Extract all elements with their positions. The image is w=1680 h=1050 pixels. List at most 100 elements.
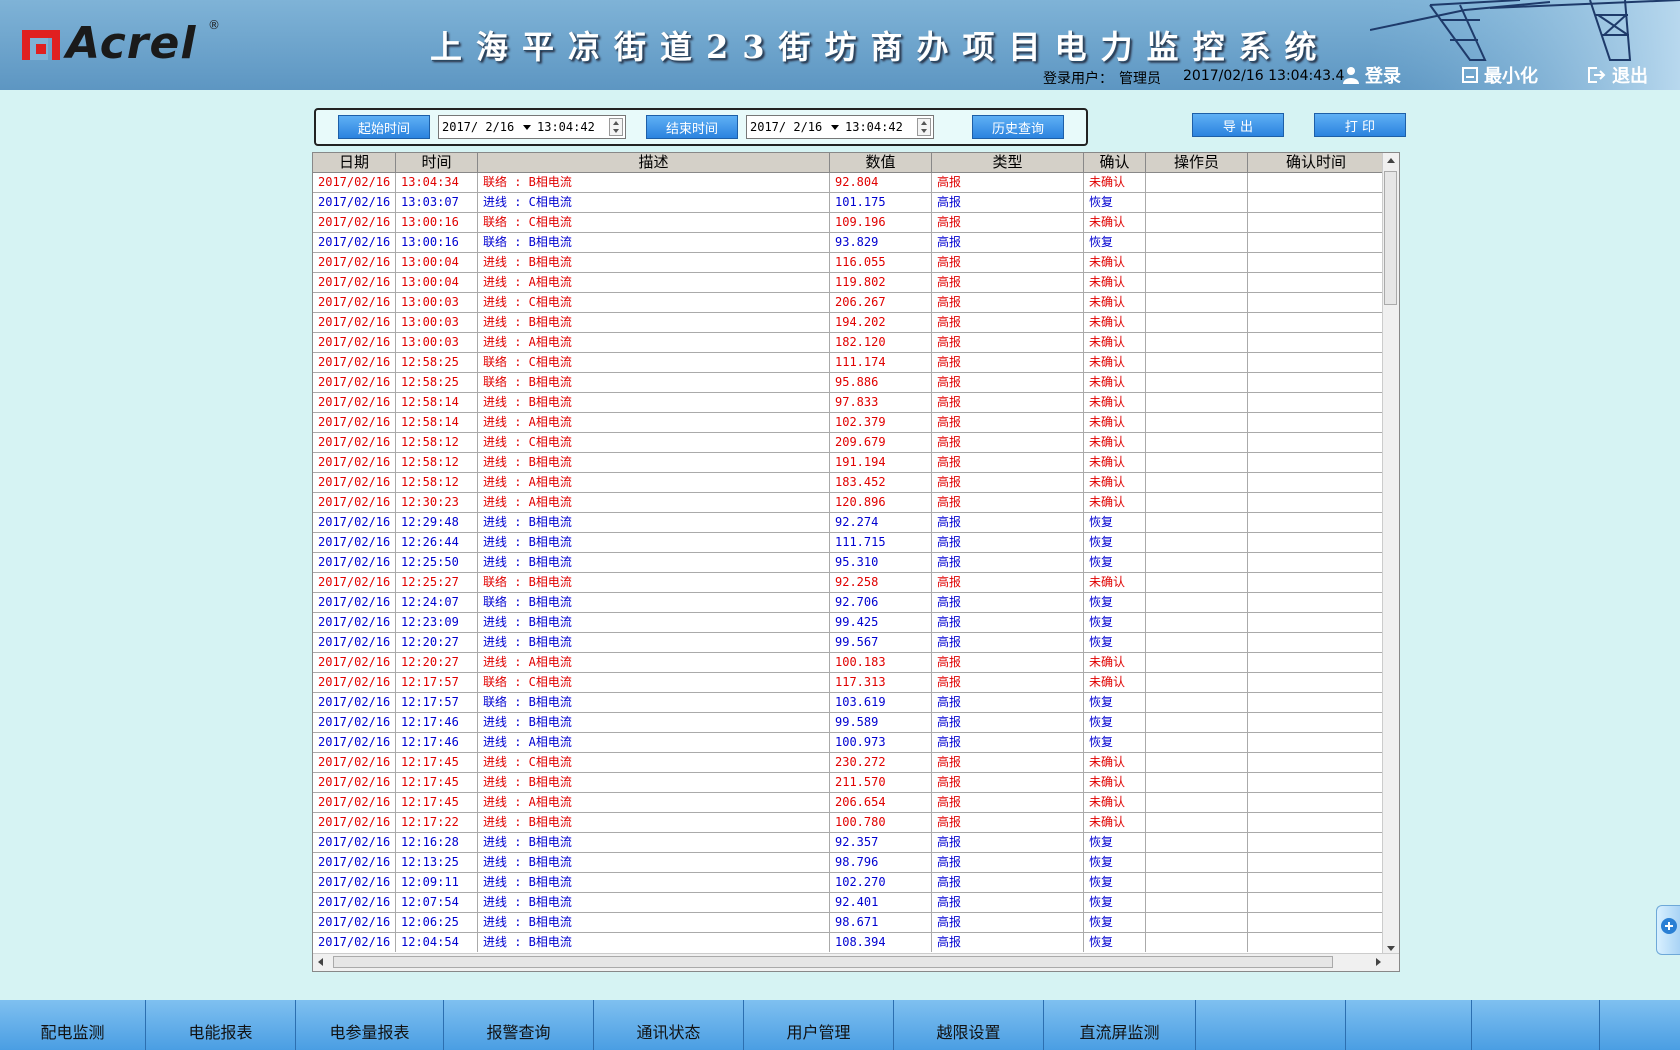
print-button[interactable]: 打 印 [1314, 113, 1406, 137]
table-row[interactable]: 2017/02/16 12:17:46 进线 : B相电流 99.589 高报 恢复 [313, 713, 1385, 733]
nav-item-7[interactable]: 直流屏监测 [1044, 1000, 1196, 1050]
table-row[interactable]: 2017/02/16 12:13:25 进线 : B相电流 98.796 高报 恢复 [313, 853, 1385, 873]
table-row[interactable]: 2017/02/16 12:26:44 进线 : B相电流 111.715 高报 恢复 [313, 533, 1385, 553]
cell-type: 高报 [932, 333, 1084, 352]
history-query-button[interactable]: 历史查询 [972, 115, 1064, 139]
cell-value: 206.267 [830, 293, 932, 312]
col-header-type[interactable]: 类型 [932, 153, 1084, 172]
table-row[interactable]: 2017/02/16 12:17:22 进线 : B相电流 100.780 高报 未确认 [313, 813, 1385, 833]
cell-value: 99.425 [830, 613, 932, 632]
table-row[interactable]: 2017/02/16 12:30:23 进线 : A相电流 120.896 高报 未确认 [313, 493, 1385, 513]
table-row[interactable]: 2017/02/16 12:20:27 进线 : B相电流 99.567 高报 恢复 [313, 633, 1385, 653]
col-header-time[interactable]: 时间 [396, 153, 478, 172]
cell-type: 高报 [932, 613, 1084, 632]
col-header-operator[interactable]: 操作员 [1146, 153, 1248, 172]
nav-item-3[interactable]: 报警查询 [444, 1000, 594, 1050]
cell-type: 高报 [932, 213, 1084, 232]
chevron-down-icon[interactable] [831, 125, 839, 130]
cell-operator [1146, 453, 1248, 472]
nav-item-5[interactable]: 用户管理 [744, 1000, 894, 1050]
col-header-description[interactable]: 描述 [478, 153, 830, 172]
scroll-down-icon[interactable] [1387, 946, 1395, 951]
scroll-thumb[interactable] [1384, 171, 1397, 305]
table-row[interactable]: 2017/02/16 12:17:45 进线 : B相电流 211.570 高报 未确认 [313, 773, 1385, 793]
table-row[interactable]: 2017/02/16 12:17:45 进线 : C相电流 230.272 高报 未确认 [313, 753, 1385, 773]
table-row[interactable]: 2017/02/16 12:16:28 进线 : B相电流 92.357 高报 恢复 [313, 833, 1385, 853]
table-row[interactable]: 2017/02/16 13:04:34 联络 : B相电流 92.804 高报 未确认 [313, 173, 1385, 193]
col-header-confirm[interactable]: 确认 [1084, 153, 1146, 172]
side-chat-tab[interactable] [1656, 905, 1680, 955]
table-row[interactable]: 2017/02/16 12:58:25 联络 : C相电流 111.174 高报 未确认 [313, 353, 1385, 373]
scroll-right-icon[interactable] [1376, 958, 1381, 966]
table-row[interactable]: 2017/02/16 13:00:16 联络 : C相电流 109.196 高报 未确认 [313, 213, 1385, 233]
exit-button[interactable]: 退出 [1588, 64, 1648, 87]
table-row[interactable]: 2017/02/16 13:03:07 进线 : C相电流 101.175 高报 恢复 [313, 193, 1385, 213]
end-time-button[interactable]: 结束时间 [646, 115, 738, 139]
start-time-button[interactable]: 起始时间 [338, 115, 430, 139]
minimize-button[interactable]: 最小化 [1462, 64, 1538, 87]
vertical-scrollbar[interactable] [1382, 153, 1399, 956]
export-button[interactable]: 导 出 [1192, 113, 1284, 137]
cell-time: 12:26:44 [396, 533, 478, 552]
table-row[interactable]: 2017/02/16 12:04:54 进线 : B相电流 108.394 高报 恢复 [313, 933, 1385, 952]
start-time-spinner[interactable] [609, 118, 623, 136]
cell-operator [1146, 473, 1248, 492]
table-row[interactable]: 2017/02/16 12:17:46 进线 : A相电流 100.973 高报 恢复 [313, 733, 1385, 753]
nav-item-1[interactable]: 电能报表 [146, 1000, 296, 1050]
nav-item-6[interactable]: 越限设置 [894, 1000, 1044, 1050]
col-header-date[interactable]: 日期 [313, 153, 396, 172]
scroll-left-icon[interactable] [318, 958, 323, 966]
table-row[interactable]: 2017/02/16 12:06:25 进线 : B相电流 98.671 高报 恢复 [313, 913, 1385, 933]
table-row[interactable]: 2017/02/16 13:00:04 进线 : A相电流 119.802 高报 未确认 [313, 273, 1385, 293]
cell-type: 高报 [932, 173, 1084, 192]
end-time-spinner[interactable] [917, 118, 931, 136]
table-row[interactable]: 2017/02/16 12:29:48 进线 : B相电流 92.274 高报 恢复 [313, 513, 1385, 533]
nav-item-4[interactable]: 通讯状态 [594, 1000, 744, 1050]
nav-item-10[interactable] [1472, 1000, 1600, 1050]
col-header-confirm-time[interactable]: 确认时间 [1248, 153, 1385, 172]
table-row[interactable]: 2017/02/16 12:58:25 联络 : B相电流 95.886 高报 未确认 [313, 373, 1385, 393]
table-row[interactable]: 2017/02/16 13:00:03 进线 : A相电流 182.120 高报 未确认 [313, 333, 1385, 353]
nav-item-9[interactable] [1346, 1000, 1472, 1050]
nav-item-2[interactable]: 电参量报表 [296, 1000, 444, 1050]
table-row[interactable]: 2017/02/16 12:58:12 进线 : C相电流 209.679 高报 未确认 [313, 433, 1385, 453]
nav-item-8[interactable] [1196, 1000, 1346, 1050]
logout-icon [1588, 67, 1606, 83]
start-datetime-picker[interactable]: 2017/ 2/16 13:04:42 [438, 115, 626, 139]
col-header-value[interactable]: 数值 [830, 153, 932, 172]
scroll-up-icon[interactable] [1387, 158, 1395, 163]
cell-description: 进线 : A相电流 [478, 333, 830, 352]
nav-item-0[interactable]: 配电监测 [0, 1000, 146, 1050]
cell-date: 2017/02/16 [313, 373, 396, 392]
start-time-value: 13:04:42 [537, 120, 595, 134]
chevron-down-icon[interactable] [523, 125, 531, 130]
table-row[interactable]: 2017/02/16 12:58:14 进线 : B相电流 97.833 高报 未确认 [313, 393, 1385, 413]
table-row[interactable]: 2017/02/16 13:00:03 进线 : C相电流 206.267 高报 未确认 [313, 293, 1385, 313]
table-row[interactable]: 2017/02/16 13:00:16 联络 : B相电流 93.829 高报 恢复 [313, 233, 1385, 253]
cell-confirm-time [1248, 673, 1385, 692]
table-row[interactable]: 2017/02/16 12:25:50 进线 : B相电流 95.310 高报 恢复 [313, 553, 1385, 573]
end-datetime-picker[interactable]: 2017/ 2/16 13:04:42 [746, 115, 934, 139]
table-row[interactable]: 2017/02/16 13:00:03 进线 : B相电流 194.202 高报 未确认 [313, 313, 1385, 333]
table-row[interactable]: 2017/02/16 12:17:57 联络 : B相电流 103.619 高报 恢复 [313, 693, 1385, 713]
horizontal-scrollbar[interactable] [313, 953, 1399, 971]
cell-date: 2017/02/16 [313, 553, 396, 572]
table-row[interactable]: 2017/02/16 12:20:27 进线 : A相电流 100.183 高报 未确认 [313, 653, 1385, 673]
cell-type: 高报 [932, 453, 1084, 472]
table-row[interactable]: 2017/02/16 12:17:57 联络 : C相电流 117.313 高报 未确认 [313, 673, 1385, 693]
scroll-thumb-horizontal[interactable] [333, 956, 1333, 968]
table-row[interactable]: 2017/02/16 13:00:04 进线 : B相电流 116.055 高报 未确认 [313, 253, 1385, 273]
table-row[interactable]: 2017/02/16 12:58:14 进线 : A相电流 102.379 高报 未确认 [313, 413, 1385, 433]
cell-confirm-status: 未确认 [1084, 213, 1146, 232]
table-row[interactable]: 2017/02/16 12:58:12 进线 : B相电流 191.194 高报 未确认 [313, 453, 1385, 473]
cell-time: 12:17:45 [396, 773, 478, 792]
login-button[interactable]: 登录 [1343, 64, 1401, 87]
table-row[interactable]: 2017/02/16 12:58:12 进线 : A相电流 183.452 高报 未确认 [313, 473, 1385, 493]
table-row[interactable]: 2017/02/16 12:17:45 进线 : A相电流 206.654 高报 未确认 [313, 793, 1385, 813]
table-row[interactable]: 2017/02/16 12:09:11 进线 : B相电流 102.270 高报 恢复 [313, 873, 1385, 893]
table-row[interactable]: 2017/02/16 12:25:27 联络 : B相电流 92.258 高报 未确认 [313, 573, 1385, 593]
table-row[interactable]: 2017/02/16 12:24:07 联络 : B相电流 92.706 高报 恢复 [313, 593, 1385, 613]
cell-value: 95.886 [830, 373, 932, 392]
table-row[interactable]: 2017/02/16 12:07:54 进线 : B相电流 92.401 高报 恢复 [313, 893, 1385, 913]
table-row[interactable]: 2017/02/16 12:23:09 进线 : B相电流 99.425 高报 恢复 [313, 613, 1385, 633]
